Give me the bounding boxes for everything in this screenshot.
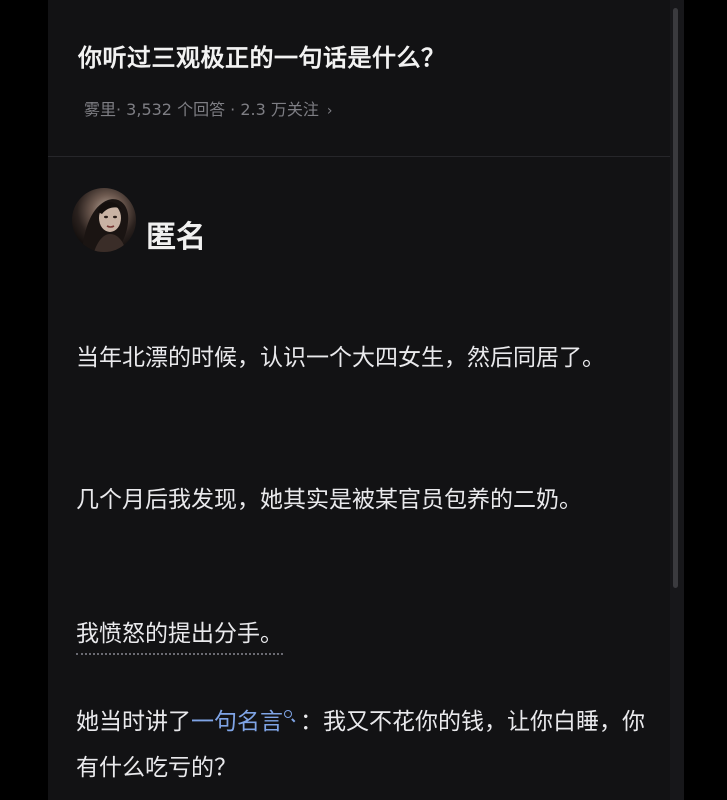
author-avatar[interactable] xyxy=(72,188,136,252)
question-stats: 雾里· 3,532 个回答 · 2.3 万关注 xyxy=(84,100,319,119)
paragraph-4-lead: 她当时讲了 xyxy=(76,709,191,735)
answer-paragraph-3: 我愤怒的提出分手。 xyxy=(76,611,656,657)
keyword-search-link[interactable]: 一句名言 xyxy=(191,709,283,735)
answer-paragraph-2: 几个月后我发现，她其实是被某官员包养的二奶。 xyxy=(76,487,582,513)
chevron-right-icon: › xyxy=(326,103,333,119)
question-meta[interactable]: 雾里· 3,532 个回答 · 2.3 万关注 › xyxy=(84,96,332,120)
answer-paragraph-4: 她当时讲了一句名言 ：我又不花你的钱，让你白睡，你有什么吃亏的？ xyxy=(76,699,656,791)
avatar-portrait-icon xyxy=(82,199,129,252)
answer-screen: 你听过三观极正的一句话是什么？ 雾里· 3,532 个回答 · 2.3 万关注 ›… xyxy=(48,0,670,800)
scrollbar[interactable] xyxy=(673,8,678,588)
author-name[interactable]: 匿名 xyxy=(146,212,206,256)
search-icon[interactable] xyxy=(284,710,294,720)
answer-paragraph-1: 当年北漂的时候，认识一个大四女生，然后同居了。 xyxy=(76,345,605,371)
header-divider xyxy=(48,156,670,157)
underlined-sentence[interactable]: 我愤怒的提出分手。 xyxy=(76,621,283,655)
question-title[interactable]: 你听过三观极正的一句话是什么？ xyxy=(78,38,446,73)
